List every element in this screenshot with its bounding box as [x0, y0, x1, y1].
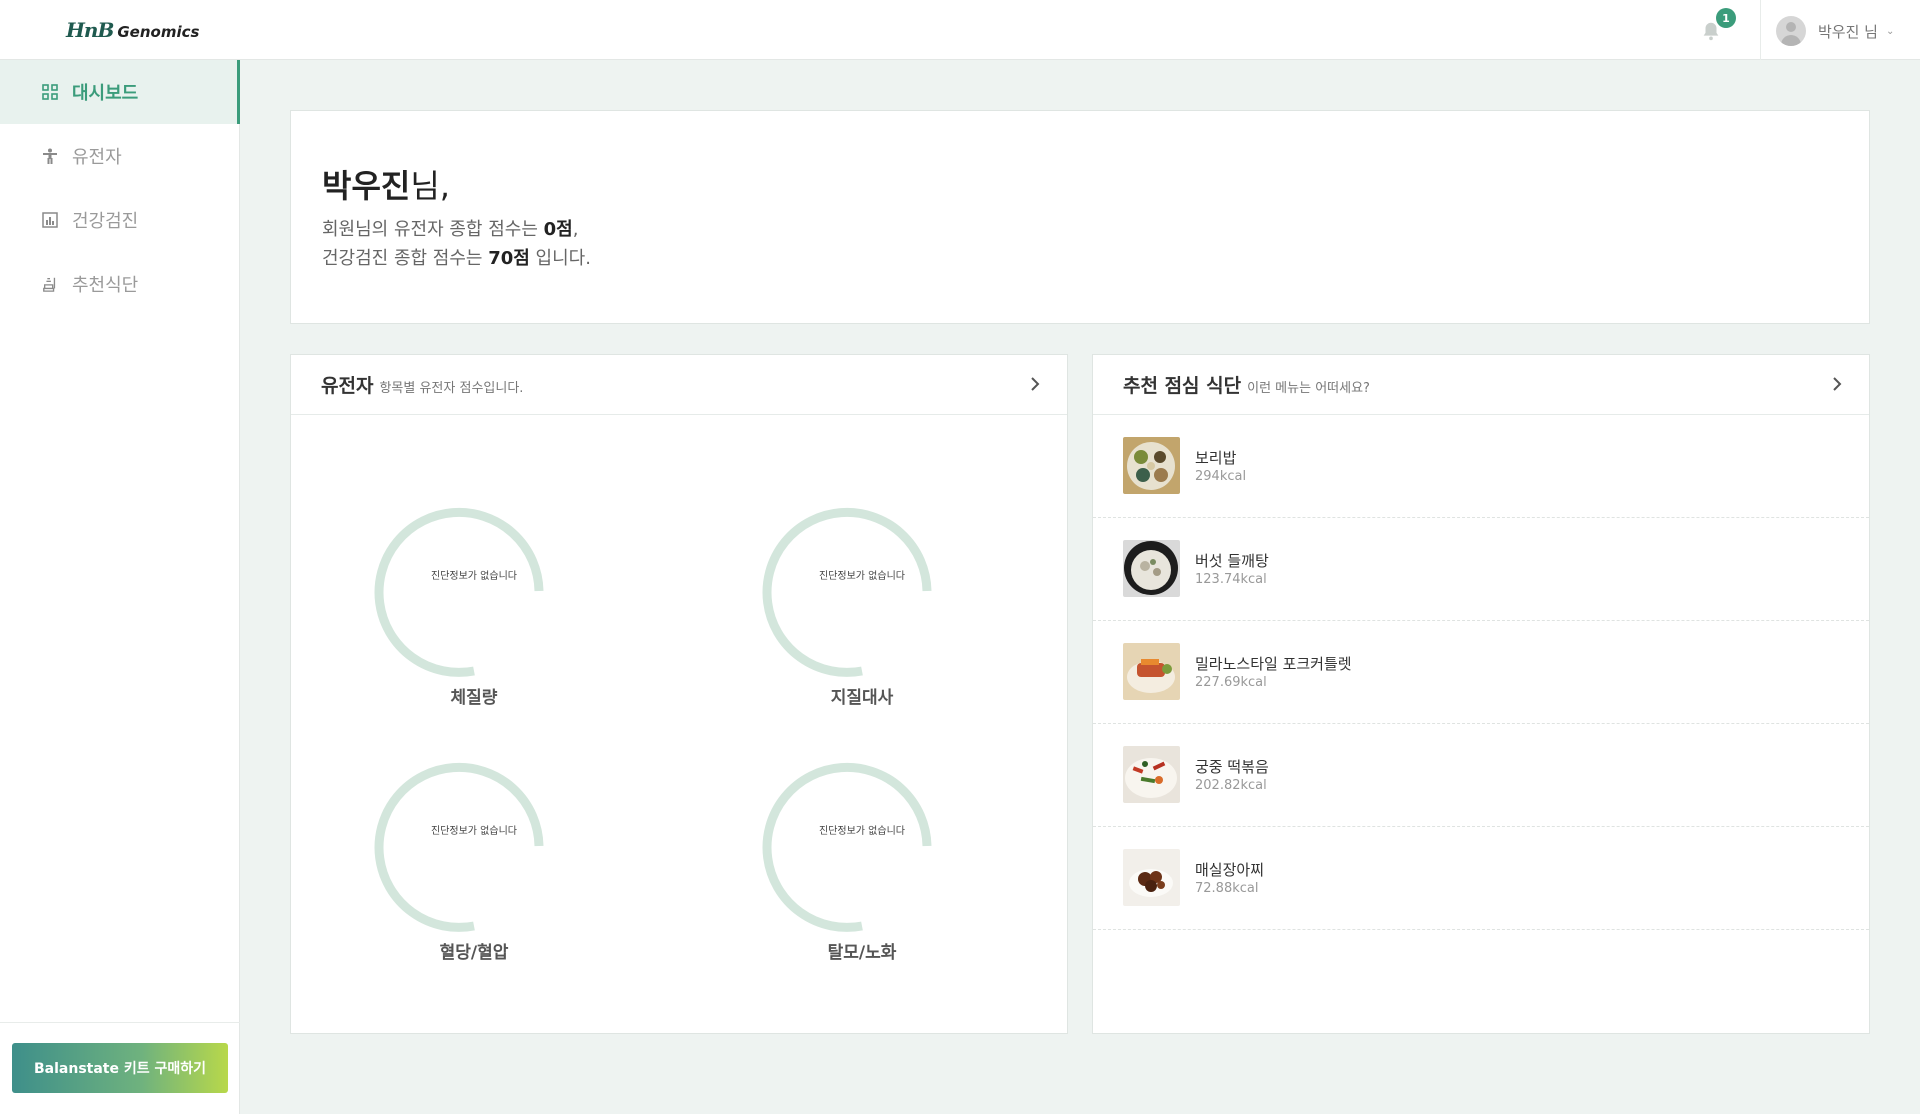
gauge-label: 체질량: [450, 688, 498, 708]
meal-calories: 72.88kcal: [1195, 881, 1259, 896]
gauge-hair-loss-aging: 진단정보가 없습니다 탈모/노화: [762, 746, 962, 966]
gauge-status-text: 진단정보가 없습니다: [819, 826, 905, 837]
meal-list-item[interactable]: 보리밥 294kcal: [1093, 415, 1869, 518]
sidebar-item-recommended-meal[interactable]: 추천식단: [0, 252, 240, 316]
buy-kit-button[interactable]: Balanstate 키트 구매하기: [12, 1043, 228, 1093]
checkup-score-suffix: 입니다.: [529, 248, 591, 269]
gene-card-subtitle: 항목별 유전자 점수입니다.: [379, 381, 524, 396]
gene-card: 유전자 항목별 유전자 점수입니다. 진단정보가 없습니다 체질량 진단정보가 …: [290, 354, 1068, 1034]
meal-card-header: 추천 점심 식단 이런 메뉴는 어떠세요?: [1093, 355, 1869, 415]
sidebar-item-label: 추천식단: [72, 275, 139, 296]
avatar: [1776, 16, 1806, 46]
meal-thumbnail: [1123, 849, 1180, 906]
gauge-label: 탈모/노화: [827, 943, 897, 963]
gauge-status-text: 진단정보가 없습니다: [431, 826, 517, 837]
recommended-meal-card: 추천 점심 식단 이런 메뉴는 어떠세요? 보리밥 294kcal 버섯 들깨탕…: [1092, 354, 1870, 1034]
meal-name: 매실장아찌: [1195, 861, 1265, 879]
meal-list-item[interactable]: 매실장아찌 72.88kcal: [1093, 827, 1869, 930]
meal-thumbnail: [1123, 746, 1180, 803]
gauge-label: 혈당/혈압: [439, 943, 509, 963]
gauge-blood-sugar-pressure: 진단정보가 없습니다 혈당/혈압: [374, 746, 574, 966]
meal-calories: 123.74kcal: [1195, 572, 1267, 587]
chart-icon: [42, 212, 58, 228]
chevron-right-icon[interactable]: [1827, 374, 1847, 394]
welcome-title: 박우진님,: [322, 161, 1869, 207]
meal-name: 보리밥: [1195, 449, 1237, 467]
gauge-status-text: 진단정보가 없습니다: [431, 571, 517, 582]
sidebar-item-label: 유전자: [72, 147, 122, 168]
gauge-lipid-metabolism: 진단정보가 없습니다 지질대사: [762, 491, 962, 711]
gauge-ring: [762, 762, 932, 932]
gauge-label: 지질대사: [830, 688, 894, 708]
hnb-genomics-logo[interactable]: HnB Genomics: [66, 18, 199, 42]
dashboard-grid-icon: [42, 84, 58, 100]
notification-count-badge: 1: [1716, 8, 1736, 28]
logo-hnb-text: HnB: [66, 18, 114, 42]
user-name: 박우진 님: [1818, 22, 1878, 41]
welcome-suffix: 님,: [410, 167, 450, 205]
gene-score-suffix: ,: [572, 219, 579, 240]
meal-thumbnail: [1123, 540, 1180, 597]
gauge-ring: [374, 762, 544, 932]
welcome-user-name: 박우진: [322, 167, 411, 205]
sidebar-item-dashboard[interactable]: 대시보드: [0, 60, 240, 124]
user-menu[interactable]: 박우진 님 ⌄: [1776, 15, 1894, 47]
gauge-ring: [374, 507, 544, 677]
sidebar-item-health-checkup[interactable]: 건강검진: [0, 188, 240, 252]
checkup-score-text: 건강검진 종합 점수는: [322, 248, 489, 269]
sidebar-item-label: 대시보드: [72, 83, 139, 104]
gene-score-text: 회원님의 유전자 종합 점수는: [322, 219, 544, 240]
gauge-body-mass: 진단정보가 없습니다 체질량: [374, 491, 574, 711]
meal-name: 궁중 떡볶음: [1195, 758, 1269, 776]
header-divider: [1760, 0, 1761, 60]
meal-card-title: 추천 점심 식단: [1123, 375, 1242, 397]
chevron-down-icon: ⌄: [1885, 25, 1895, 37]
meal-name: 밀라노스타일 포크커틀렛: [1195, 655, 1352, 673]
meal-icon: [42, 276, 58, 292]
gene-score-value: 0점: [543, 219, 573, 240]
meal-list-item[interactable]: 궁중 떡볶음 202.82kcal: [1093, 724, 1869, 827]
meal-calories: 227.69kcal: [1195, 675, 1267, 690]
gauge-ring: [762, 507, 932, 677]
sidebar-item-gene[interactable]: 유전자: [0, 124, 240, 188]
meal-calories: 202.82kcal: [1195, 778, 1267, 793]
meal-calories: 294kcal: [1195, 469, 1247, 484]
gene-card-title: 유전자: [321, 375, 374, 397]
welcome-card: 박우진님, 회원님의 유전자 종합 점수는 0점, 건강검진 종합 점수는 70…: [290, 110, 1870, 324]
notification-bell-button[interactable]: 1: [1700, 8, 1736, 44]
person-icon: [42, 148, 58, 164]
meal-thumbnail: [1123, 643, 1180, 700]
gene-score-line: 회원님의 유전자 종합 점수는 0점,: [322, 215, 1869, 244]
meal-thumbnail: [1123, 437, 1180, 494]
gauge-status-text: 진단정보가 없습니다: [819, 571, 905, 582]
checkup-score-line: 건강검진 종합 점수는 70점 입니다.: [322, 244, 1869, 273]
chevron-right-icon[interactable]: [1025, 374, 1045, 394]
meal-list-item[interactable]: 밀라노스타일 포크커틀렛 227.69kcal: [1093, 621, 1869, 724]
meal-list-item[interactable]: 버섯 들깨탕 123.74kcal: [1093, 518, 1869, 621]
logo-genomics-text: Genomics: [117, 23, 200, 41]
top-header: HnB Genomics 1 박우진 님 ⌄: [0, 0, 1920, 60]
meal-name: 버섯 들깨탕: [1195, 552, 1269, 570]
meal-card-subtitle: 이런 메뉴는 어떠세요?: [1247, 381, 1370, 396]
sidebar-item-label: 건강검진: [72, 211, 139, 232]
gene-card-header: 유전자 항목별 유전자 점수입니다.: [291, 355, 1067, 415]
sidebar: 대시보드 유전자 건강검진 추천식단 Balanstate 키트 구매하기: [0, 60, 240, 1114]
checkup-score-value: 70점: [488, 248, 530, 269]
sidebar-divider: [0, 1022, 240, 1023]
